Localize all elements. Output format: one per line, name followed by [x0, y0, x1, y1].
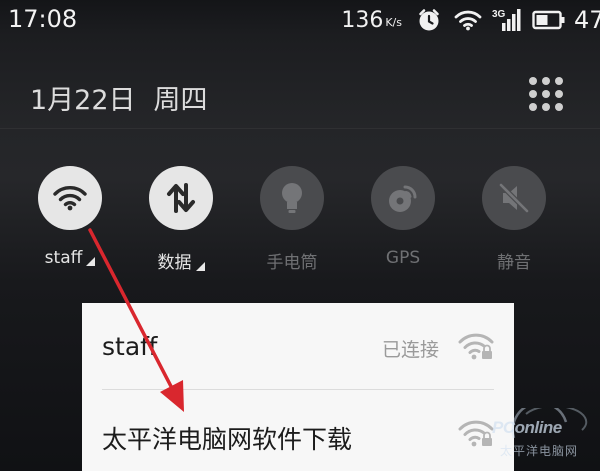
watermark-subtitle: 太平洋电脑网: [500, 444, 579, 458]
watermark-logo: PConline 太平洋电脑网: [486, 408, 598, 468]
annotation-arrow: [88, 228, 184, 412]
watermark-brand: PConline: [492, 418, 562, 437]
